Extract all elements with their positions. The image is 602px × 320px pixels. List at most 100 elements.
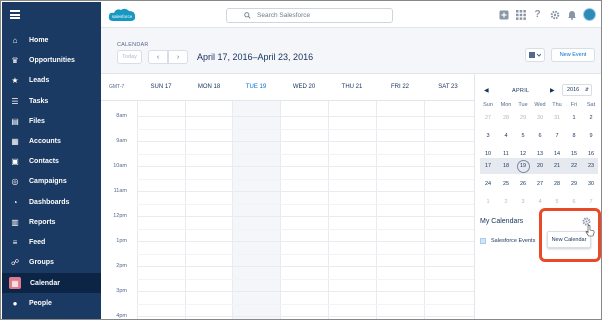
salesforce-logo[interactable]: salesforce — [107, 6, 137, 24]
mini-calendar-day[interactable]: 3 — [515, 195, 531, 209]
next-week-button[interactable]: › — [168, 50, 188, 64]
app-launcher-icon[interactable] — [515, 9, 526, 20]
previous-week-button[interactable]: ‹ — [148, 50, 168, 64]
mini-calendar-day[interactable]: 12 — [515, 147, 531, 161]
mini-calendar-day[interactable]: 22 — [566, 159, 582, 173]
chevron-right-icon: › — [176, 53, 180, 61]
feed-icon: ≡ — [12, 237, 18, 247]
mini-calendar-day[interactable]: 2 — [583, 111, 599, 125]
prev-month-icon[interactable]: ◀ — [484, 87, 489, 94]
help-icon[interactable]: ? — [532, 9, 543, 20]
mini-calendar-day[interactable]: 18 — [498, 159, 514, 173]
weekday-label: Mon — [500, 102, 512, 108]
mini-calendar-selected-day[interactable]: 19 — [516, 160, 530, 173]
calendar-side-panel: ◀ APRIL ▶ 2016 ⇵ Sun Mon Tue Wed Thu Fri Sat 27… — [476, 74, 601, 319]
year-select[interactable]: 2016 ⇵ — [562, 84, 592, 96]
sidebar-item-files[interactable]: ▤ Files — [2, 111, 101, 131]
global-search-input[interactable]: Search Salesforce — [226, 8, 393, 23]
notification-bell-icon[interactable] — [566, 9, 577, 20]
hour-row-line — [137, 216, 474, 217]
weekday-label: Tue — [518, 102, 528, 108]
sidebar-item-home[interactable]: ⌂ Home — [2, 30, 101, 50]
week-calendar-grid[interactable]: GMT-7 SUN 17 MON 18 TUE 19 WED 20 THU 21 FRI … — [101, 74, 475, 319]
mini-calendar-day[interactable]: 27 — [532, 177, 548, 191]
today-button[interactable]: Today — [117, 50, 142, 64]
sidebar-item-contacts[interactable]: ▣ Contacts — [2, 151, 101, 171]
sidebar-item-campaigns[interactable]: ◎ Campaigns — [2, 171, 101, 191]
home-icon: ⌂ — [12, 35, 18, 45]
day-column[interactable] — [328, 101, 376, 319]
calendar-color-checkbox[interactable] — [480, 238, 486, 244]
day-column[interactable] — [137, 101, 185, 319]
mini-calendar-day[interactable]: 30 — [532, 111, 548, 125]
file-icon: ▤ — [11, 116, 19, 126]
mini-calendar-day[interactable]: 30 — [583, 177, 599, 191]
mini-calendar-day[interactable]: 2 — [498, 195, 514, 209]
mini-calendar-day[interactable]: 7 — [583, 195, 599, 209]
hour-row-line — [137, 191, 474, 192]
chevron-left-icon: ‹ — [156, 53, 160, 61]
sidebar-item-dashboards[interactable]: ◔ Dashboards — [2, 192, 101, 212]
new-event-button[interactable]: New Event — [551, 48, 595, 62]
mini-calendar-day[interactable]: 26 — [515, 177, 531, 191]
search-icon — [244, 12, 251, 19]
mini-calendar-day[interactable]: 17 — [480, 159, 496, 173]
day-header-row: GMT-7 SUN 17 MON 18 TUE 19 WED 20 THU 21 FRI … — [101, 74, 474, 101]
mini-calendar-day[interactable]: 1 — [480, 195, 496, 209]
mini-calendar-day[interactable]: 25 — [498, 177, 514, 191]
mini-calendar-day[interactable]: 24 — [480, 177, 496, 191]
mini-calendar-day[interactable]: 5 — [549, 195, 565, 209]
sidebar-item-accounts[interactable]: ▦ Accounts — [2, 131, 101, 151]
mini-calendar-day[interactable]: 8 — [566, 129, 582, 143]
sidebar-item-label: Feed — [29, 238, 46, 246]
day-column[interactable] — [185, 101, 233, 319]
setup-gear-icon[interactable] — [549, 9, 560, 20]
day-column[interactable] — [376, 101, 424, 319]
mini-calendar-day[interactable]: 21 — [549, 159, 565, 173]
mini-calendar-day[interactable]: 29 — [566, 177, 582, 191]
sidebar-item-opportunities[interactable]: ♛ Opportunities — [2, 50, 101, 70]
sidebar-item-tasks[interactable]: ☰ Tasks — [2, 91, 101, 111]
sidebar-item-groups[interactable]: ☍ Groups — [2, 252, 101, 272]
hour-row-line — [137, 116, 474, 117]
mini-calendar-day[interactable]: 27 — [480, 111, 496, 125]
menu-icon[interactable] — [10, 10, 20, 19]
mini-calendar-day[interactable]: 6 — [532, 129, 548, 143]
mini-calendar-day[interactable]: 28 — [549, 177, 565, 191]
weekday-label: Sun — [483, 102, 493, 108]
next-month-icon[interactable]: ▶ — [550, 87, 555, 94]
sidebar-item-feed[interactable]: ≡ Feed — [2, 232, 101, 252]
user-avatar[interactable] — [583, 8, 596, 21]
hour-label: 10am — [113, 163, 127, 169]
mini-calendar-day[interactable]: 5 — [515, 129, 531, 143]
mini-calendar-day[interactable]: 31 — [549, 111, 565, 125]
mini-calendar-day[interactable]: 6 — [566, 195, 582, 209]
day-column[interactable] — [424, 101, 472, 319]
sidebar-item-label: Calendar — [30, 279, 60, 287]
page-breadcrumb: CALENDAR — [117, 42, 149, 48]
mini-calendar-day[interactable]: 9 — [583, 129, 599, 143]
day-column[interactable] — [232, 101, 280, 319]
sidebar-item-people[interactable]: ● People — [2, 293, 101, 313]
mini-calendar-day[interactable]: 20 — [532, 159, 548, 173]
hour-label: 3pm — [116, 288, 127, 294]
sidebar-item-label: Reports — [29, 218, 56, 226]
mini-calendar-day[interactable]: 29 — [515, 111, 531, 125]
sidebar-item-leads[interactable]: ★ Leads — [2, 70, 101, 90]
add-icon[interactable] — [498, 9, 509, 20]
mini-calendar-day[interactable]: 1 — [566, 111, 582, 125]
mini-calendar-day[interactable]: 28 — [498, 111, 514, 125]
mini-calendar-day[interactable]: 7 — [549, 129, 565, 143]
calendar-list-item[interactable]: Salesforce Events — [480, 238, 535, 244]
calendar-view-button[interactable] — [525, 48, 545, 62]
sidebar-item-reports[interactable]: ▥ Reports — [2, 212, 101, 232]
contact-card-icon: ▣ — [11, 156, 19, 166]
mini-calendar-day[interactable]: 4 — [532, 195, 548, 209]
day-column[interactable] — [280, 101, 328, 319]
mini-calendar-day[interactable]: 4 — [498, 129, 514, 143]
sidebar-item-calendar[interactable]: ▦ Calendar — [2, 273, 101, 293]
mini-calendar-day[interactable]: 23 — [583, 159, 599, 173]
target-icon: ◎ — [11, 176, 19, 186]
mini-calendar-day[interactable]: 3 — [480, 129, 496, 143]
hour-label: 12pm — [113, 213, 127, 219]
